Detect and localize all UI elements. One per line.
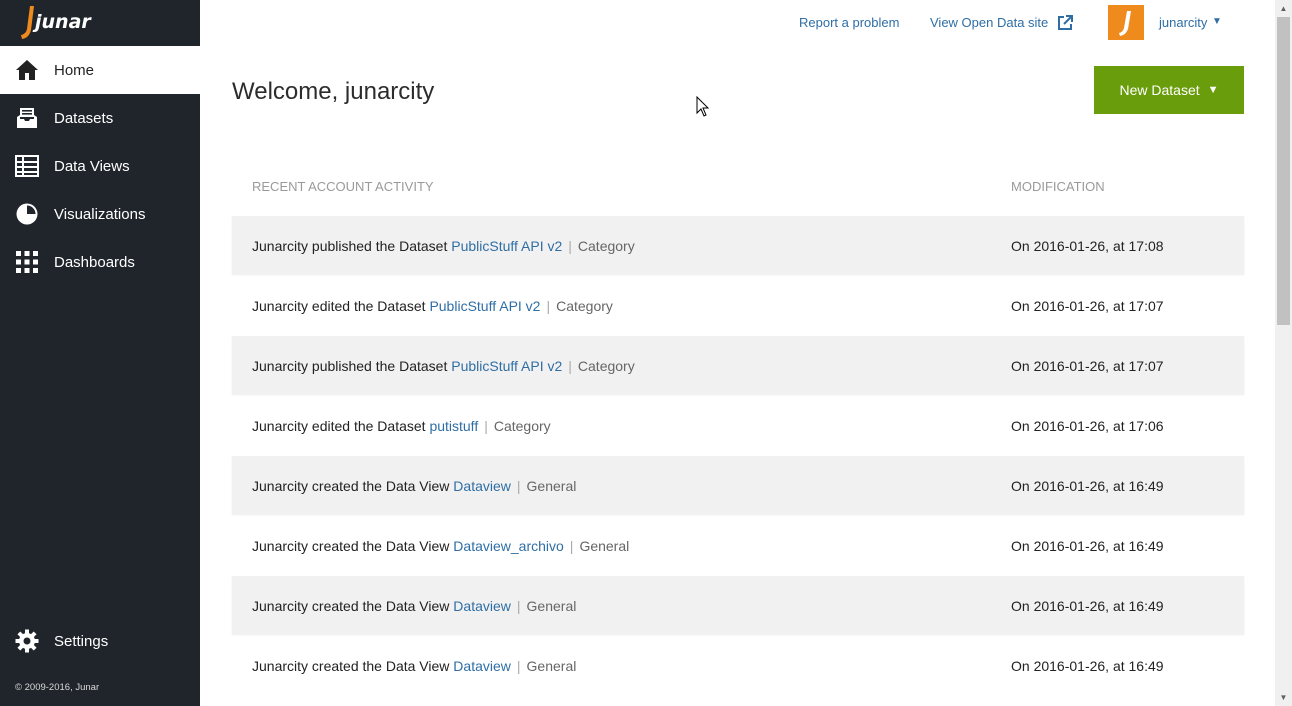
activity-text: Junarcity created the Data View bbox=[252, 478, 450, 494]
activity-text: Junarcity created the Data View bbox=[252, 538, 450, 554]
scroll-thumb[interactable] bbox=[1277, 17, 1290, 325]
activity-text: Junarcity created the Data View bbox=[252, 658, 450, 674]
activity-category: General bbox=[526, 658, 577, 674]
table-icon bbox=[15, 155, 39, 177]
activity-row: Junarcity published the Dataset PublicSt… bbox=[232, 336, 1244, 394]
separator: | bbox=[546, 298, 551, 314]
activity-row: Junarcity created the Data View Dataview… bbox=[232, 636, 1244, 694]
activity-item-link[interactable]: PublicStuff API v2 bbox=[451, 358, 562, 374]
activity-description: Junarcity edited the Dataset PublicStuff… bbox=[252, 298, 613, 314]
activity-modification-date: On 2016-01-26, at 17:06 bbox=[1011, 418, 1164, 434]
activity-category: Category bbox=[577, 358, 635, 374]
column-header-modification: MODIFICATION bbox=[1011, 179, 1105, 194]
sidebar-item-label: Visualizations bbox=[54, 205, 146, 223]
activity-description: Junarcity published the Dataset PublicSt… bbox=[252, 358, 635, 374]
new-dataset-button[interactable]: New Dataset ▼ bbox=[1094, 66, 1244, 114]
page-title: Welcome, junarcity bbox=[232, 78, 435, 105]
activity-category: Category bbox=[493, 418, 551, 434]
activity-item-link[interactable]: putistuff bbox=[429, 418, 478, 434]
activity-modification-date: On 2016-01-26, at 16:49 bbox=[1011, 658, 1164, 674]
grid-icon bbox=[16, 251, 38, 273]
report-problem-link[interactable]: Report a problem bbox=[799, 15, 899, 30]
separator: | bbox=[569, 538, 574, 554]
activity-item-link[interactable]: PublicStuff API v2 bbox=[451, 238, 562, 254]
activity-category: General bbox=[579, 538, 630, 554]
activity-description: Junarcity edited the Dataset putistuff | C… bbox=[252, 418, 551, 434]
inbox-icon bbox=[17, 108, 37, 128]
separator: | bbox=[516, 598, 521, 614]
external-link-icon[interactable] bbox=[1056, 14, 1074, 32]
activity-item-link[interactable]: PublicStuff API v2 bbox=[429, 298, 540, 314]
sidebar-item-label: Home bbox=[54, 61, 95, 79]
scroll-down-arrow-icon[interactable]: ▼ bbox=[1275, 689, 1292, 706]
activity-text: Junarcity published the Dataset bbox=[252, 358, 448, 374]
separator: | bbox=[484, 418, 488, 434]
sidebar-item-label: Dashboards bbox=[54, 253, 135, 271]
activity-item-link[interactable]: Dataview bbox=[453, 658, 511, 674]
activity-text: Junarcity edited the Dataset bbox=[252, 418, 426, 434]
activity-item-link[interactable]: Dataview bbox=[453, 598, 511, 614]
new-dataset-label: New Dataset bbox=[1119, 82, 1200, 98]
activity-category: Category bbox=[577, 238, 635, 254]
username-menu[interactable]: junarcity bbox=[1159, 15, 1207, 30]
activity-row: Junarcity created the Data View Dataview… bbox=[232, 456, 1244, 514]
view-open-data-site-link[interactable]: View Open Data site bbox=[930, 15, 1048, 30]
sidebar-item-label: Settings bbox=[54, 632, 109, 650]
activity-category: Category bbox=[556, 298, 613, 314]
activity-description: Junarcity created the Data View Dataview… bbox=[252, 598, 576, 614]
gear-icon bbox=[15, 629, 39, 653]
sidebar-item-label: Data Views bbox=[54, 157, 130, 175]
sidebar-item-visualizations[interactable]: Visualizations bbox=[0, 190, 200, 238]
separator: | bbox=[516, 658, 521, 674]
sidebar-item-dashboards[interactable]: Dashboards bbox=[0, 238, 200, 286]
activity-modification-date: On 2016-01-26, at 16:49 bbox=[1011, 598, 1164, 614]
activity-row: Junarcity published the Dataset PublicSt… bbox=[232, 216, 1244, 274]
separator: | bbox=[568, 238, 572, 254]
activity-description: Junarcity created the Data View Dataview… bbox=[252, 658, 576, 674]
activity-description: Junarcity created the Data View Dataview… bbox=[252, 478, 576, 494]
activity-item-link[interactable]: Dataview bbox=[453, 478, 511, 494]
pie-chart-icon bbox=[16, 203, 38, 225]
activity-row: Junarcity created the Data View Dataview… bbox=[232, 576, 1244, 634]
chevron-down-icon[interactable]: ▼ bbox=[1212, 16, 1222, 27]
copyright: © 2009-2016, Junar bbox=[15, 682, 100, 693]
sidebar-item-data-views[interactable]: Data Views bbox=[0, 142, 200, 190]
activity-modification-date: On 2016-01-26, at 17:08 bbox=[1011, 238, 1164, 254]
activity-modification-date: On 2016-01-26, at 17:07 bbox=[1011, 298, 1164, 314]
separator: | bbox=[516, 478, 521, 494]
avatar[interactable] bbox=[1108, 5, 1144, 40]
home-icon bbox=[16, 60, 38, 80]
activity-row: Junarcity edited the Dataset putistuff | C… bbox=[232, 396, 1244, 454]
activity-modification-date: On 2016-01-26, at 16:49 bbox=[1011, 478, 1164, 494]
activity-text: Junarcity published the Dataset bbox=[252, 238, 448, 254]
scrollbar[interactable]: ▲ ▼ bbox=[1275, 0, 1292, 706]
junar-avatar-icon bbox=[1119, 11, 1131, 36]
mouse-cursor-icon bbox=[696, 96, 710, 117]
caret-down-icon: ▼ bbox=[1207, 84, 1219, 96]
activity-category: General bbox=[526, 598, 577, 614]
activity-row: Junarcity edited the Dataset PublicStuff… bbox=[232, 276, 1244, 334]
column-header-activity: RECENT ACCOUNT ACTIVITY bbox=[252, 179, 434, 194]
separator: | bbox=[568, 358, 572, 374]
activity-row: Junarcity created the Data View Dataview… bbox=[232, 516, 1244, 574]
activity-text: Junarcity edited the Dataset bbox=[252, 298, 426, 314]
sidebar: junar Home Datasets Data Views Visualiza… bbox=[0, 0, 200, 706]
activity-modification-date: On 2016-01-26, at 16:49 bbox=[1011, 538, 1164, 554]
activity-description: Junarcity created the Data View Dataview… bbox=[252, 538, 629, 554]
sidebar-item-datasets[interactable]: Datasets bbox=[0, 94, 200, 142]
activity-modification-date: On 2016-01-26, at 17:07 bbox=[1011, 358, 1164, 374]
scroll-up-arrow-icon[interactable]: ▲ bbox=[1275, 0, 1292, 17]
logo-text: junar bbox=[32, 11, 92, 33]
sidebar-item-settings[interactable]: Settings bbox=[0, 617, 200, 665]
sidebar-item-home[interactable]: Home bbox=[0, 46, 200, 94]
activity-item-link[interactable]: Dataview_archivo bbox=[453, 538, 564, 554]
activity-category: General bbox=[526, 478, 577, 494]
activity-text: Junarcity created the Data View bbox=[252, 598, 450, 614]
activity-description: Junarcity published the Dataset PublicSt… bbox=[252, 238, 635, 254]
sidebar-item-label: Datasets bbox=[54, 109, 114, 127]
junar-logo-mark: junar bbox=[21, 6, 92, 39]
junar-logo[interactable]: junar bbox=[0, 0, 200, 46]
